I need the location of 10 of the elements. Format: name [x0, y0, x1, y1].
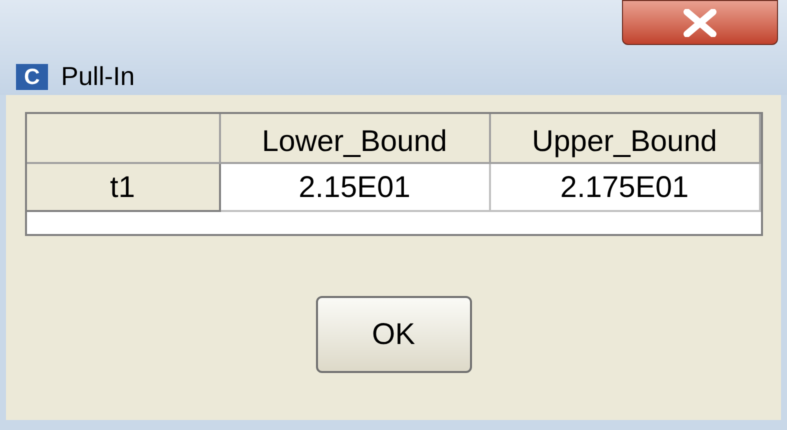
table-cell: 2.15E01 [220, 164, 490, 212]
column-header[interactable]: Lower_Bound [220, 114, 490, 164]
close-icon [683, 8, 717, 36]
table-cell: 2.175E01 [490, 164, 760, 212]
window-title: Pull-In [61, 60, 135, 93]
app-icon: C [15, 62, 49, 90]
column-header[interactable]: Upper_Bound [490, 114, 760, 164]
row-header[interactable]: t1 [26, 164, 220, 212]
ok-button[interactable]: OK [316, 296, 472, 373]
close-button[interactable] [622, 0, 778, 45]
